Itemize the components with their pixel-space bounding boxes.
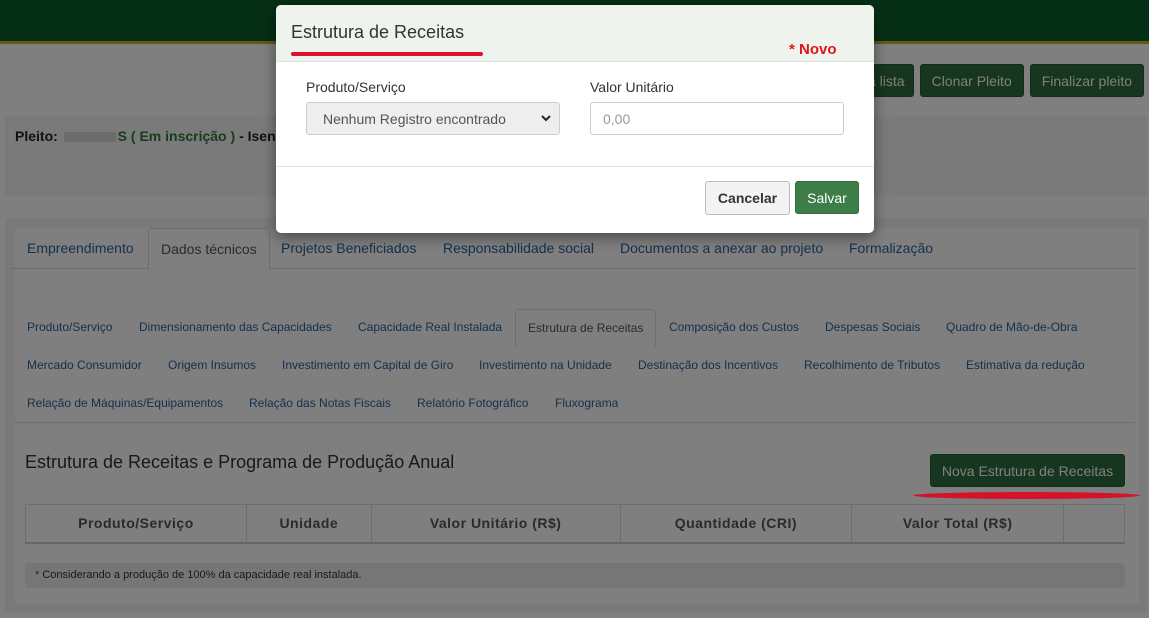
modal-novo-marker: * Novo [789, 41, 837, 58]
annotation-underline-button [913, 492, 1140, 499]
produto-servico-selected: Nenhum Registro encontrado [323, 111, 506, 127]
modal-title: Estrutura de Receitas [291, 22, 465, 42]
modal-footer-divider [276, 166, 874, 167]
valor-unitario-input[interactable]: 0,00 [590, 102, 844, 135]
modal-header: Estrutura de Receitas * Novo [276, 5, 874, 62]
cancel-button[interactable]: Cancelar [705, 181, 790, 215]
valor-unitario-label: Valor Unitário [590, 79, 674, 95]
revenue-structure-modal: Estrutura de Receitas * Novo Produto/Ser… [276, 5, 874, 233]
produto-servico-select[interactable]: Nenhum Registro encontrado [306, 102, 560, 135]
annotation-underline-title [291, 52, 483, 56]
valor-unitario-placeholder: 0,00 [603, 111, 631, 127]
save-button[interactable]: Salvar [795, 181, 859, 214]
chevron-down-icon [540, 112, 552, 127]
produto-servico-label: Produto/Serviço [306, 79, 406, 95]
